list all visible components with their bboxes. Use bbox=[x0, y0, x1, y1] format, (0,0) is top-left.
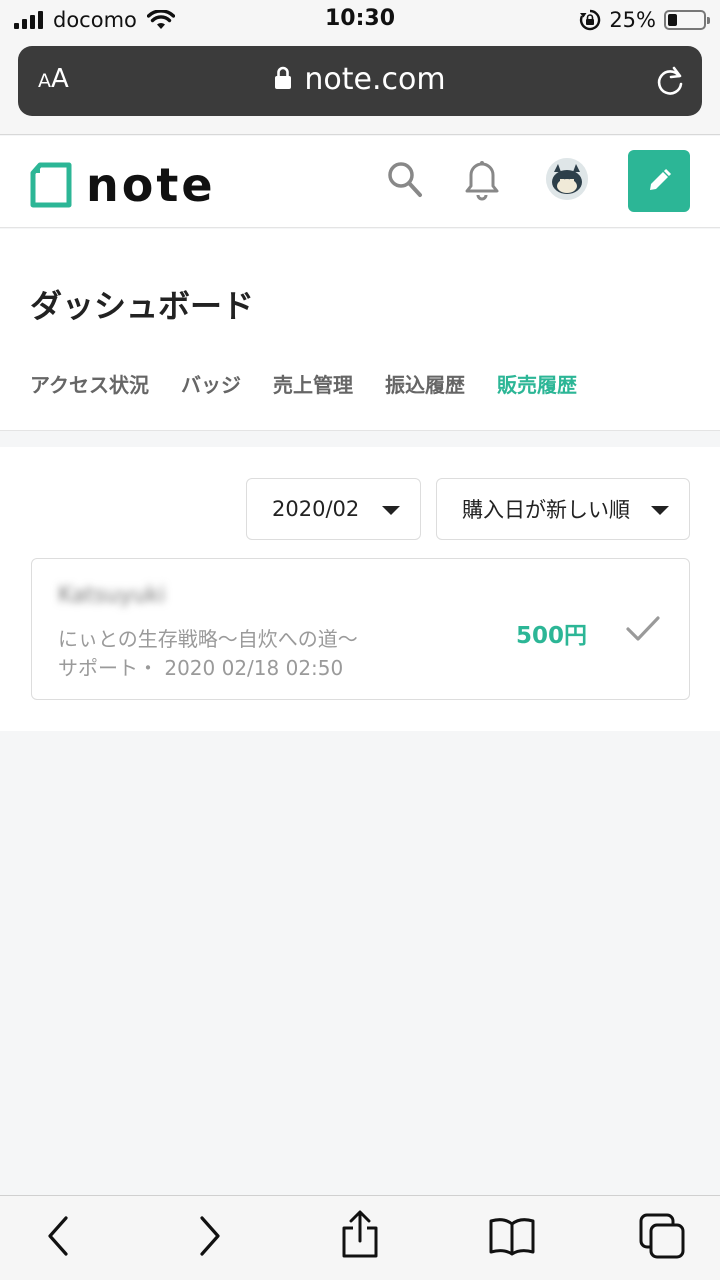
status-bar: docomo 10:30 25% bbox=[0, 0, 720, 40]
rotation-lock-icon bbox=[580, 9, 601, 31]
avatar[interactable] bbox=[546, 158, 588, 200]
avatar-image bbox=[546, 158, 588, 200]
pencil-icon bbox=[650, 168, 672, 190]
sale-meta: サポート・ 2020 02/18 02:50 bbox=[58, 656, 344, 680]
month-select[interactable]: 2020/02 bbox=[246, 478, 421, 540]
bookmarks-icon[interactable] bbox=[488, 1216, 536, 1256]
sort-select[interactable]: 購入日が新しい順 bbox=[436, 478, 690, 540]
browser-toolbar bbox=[0, 1195, 720, 1280]
tab-badges[interactable]: バッジ bbox=[181, 369, 241, 398]
logo-text: note bbox=[86, 158, 216, 212]
dashboard-header: ダッシュボード アクセス状況 バッジ 売上管理 振込履歴 販売履歴 bbox=[0, 229, 720, 431]
lock-icon bbox=[275, 66, 292, 89]
tab-sales-management[interactable]: 売上管理 bbox=[273, 369, 353, 398]
write-button[interactable] bbox=[628, 150, 690, 212]
battery-percent: 25% bbox=[609, 8, 656, 32]
note-logo-icon bbox=[30, 162, 72, 208]
page-title: ダッシュボード bbox=[30, 287, 255, 325]
note-logo[interactable]: note bbox=[30, 158, 216, 212]
chevron-down-icon bbox=[382, 506, 400, 515]
tabs-icon[interactable] bbox=[638, 1212, 686, 1260]
site-header: note bbox=[0, 136, 720, 228]
url-text: note.com bbox=[304, 62, 446, 97]
url-field[interactable]: note.com bbox=[18, 62, 702, 97]
sales-history-panel: 2020/02 購入日が新しい順 Katsuyuki にぃとの生存戦略〜自炊への… bbox=[0, 447, 720, 731]
tab-sales-history[interactable]: 販売履歴 bbox=[497, 369, 577, 398]
sale-item[interactable]: Katsuyuki にぃとの生存戦略〜自炊への道〜 サポート・ 2020 02/… bbox=[31, 558, 690, 700]
sort-select-value: 購入日が新しい順 bbox=[462, 498, 630, 522]
share-icon[interactable] bbox=[340, 1210, 380, 1260]
month-select-value: 2020/02 bbox=[272, 497, 360, 521]
back-icon[interactable] bbox=[44, 1214, 74, 1258]
tab-transfer-history[interactable]: 振込履歴 bbox=[385, 369, 465, 398]
article-title[interactable]: にぃとの生存戦略〜自炊への道〜 bbox=[58, 623, 358, 652]
sale-price: 500円 bbox=[515, 623, 587, 649]
dashboard-tabs: アクセス状況 バッジ 売上管理 振込履歴 販売履歴 bbox=[30, 369, 577, 398]
chevron-down-icon bbox=[651, 506, 669, 515]
search-icon[interactable] bbox=[386, 160, 424, 200]
battery-icon bbox=[664, 10, 710, 30]
reload-icon[interactable] bbox=[654, 64, 686, 98]
browser-chrome: docomo 10:30 25% AA note.com bbox=[0, 0, 720, 135]
bell-icon[interactable] bbox=[464, 160, 500, 202]
forward-icon[interactable] bbox=[194, 1214, 224, 1258]
tab-access[interactable]: アクセス状況 bbox=[30, 369, 149, 398]
address-bar[interactable]: AA note.com bbox=[18, 46, 702, 116]
check-icon bbox=[626, 616, 660, 641]
buyer-name: Katsuyuki bbox=[58, 583, 166, 608]
